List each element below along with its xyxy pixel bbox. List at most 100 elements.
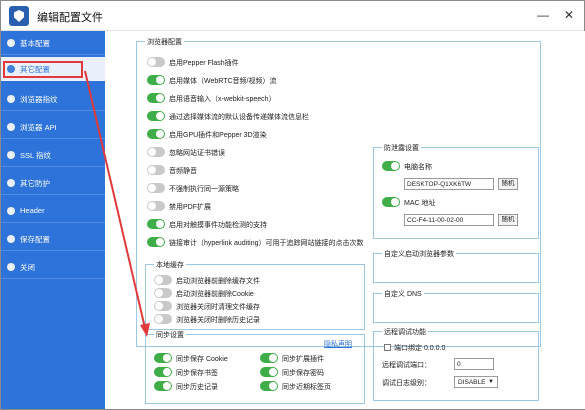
toggle-switch[interactable] [260,381,278,391]
toggle-switch[interactable] [147,201,165,211]
option-label: 浏览器关闭时删除历史记录 [176,317,260,324]
log-level-value: DISABLE [458,379,486,386]
sync-group: 同步设置 隐私声明 同步保存 Cookie 同步扩展插件 同步保存书签 同步保存… [145,330,365,404]
main-panel: 浏览器配置 启用Pepper Flash插件 启用媒体（WebRTC音频/视频）… [105,31,585,409]
sidebar-item-close[interactable]: 关闭 [1,255,105,279]
sidebar-item-fingerprint[interactable]: 浏览器指纹 [1,87,105,111]
option-label: 启用对触摸事件功能检测的支持 [169,222,267,229]
option-label: 同步扩展插件 [282,356,324,363]
minimize-button[interactable]: — [533,5,553,25]
debug-port-label: 远程调试端口： [382,362,431,369]
toggle-switch[interactable] [147,93,165,103]
config-window: 编辑配置文件 — ✕ 基本配置 其它配置 浏览器指纹 浏览器 API SSL 指… [0,0,585,410]
option-label: 启用媒体（WebRTC音频/视频）流 [169,78,277,85]
close-button[interactable]: ✕ [559,5,579,25]
option-label: 启用语音输入（x-webkit-speech） [169,96,276,103]
option-label: 忽略网站证书错误 [169,150,225,157]
custom-params-title: 自定义启动浏览器参数 [382,249,456,259]
toggle-switch[interactable] [154,288,172,298]
sidebar-item-header[interactable]: Header [1,199,105,223]
sidebar-item-ssl[interactable]: SSL 指纹 [1,143,105,167]
log-level-select[interactable]: DISABLE ▼ [454,376,498,388]
header-icon [7,207,15,215]
log-level-label: 调试日志级别： [382,380,431,387]
sidebar-item-label: 保存配置 [20,235,50,244]
custom-dns-group[interactable]: 自定义 DNS [373,289,539,323]
custom-params-group[interactable]: 自定义启动浏览器参数 [373,249,539,283]
title-bar: 编辑配置文件 — ✕ [1,1,584,31]
sidebar: 基本配置 其它配置 浏览器指纹 浏览器 API SSL 指纹 其它防护 Head… [1,31,105,409]
toggle-switch[interactable] [147,147,165,157]
sidebar-item-label: SSL 指纹 [20,151,51,160]
toggle-switch[interactable] [147,111,165,121]
sidebar-item-protection[interactable]: 其它防护 [1,171,105,195]
option-label: 同步历史记录 [176,384,218,391]
toggle-switch[interactable] [260,367,278,377]
debug-port-input[interactable]: 0 [454,358,494,370]
toggle-switch[interactable] [154,314,172,324]
sidebar-item-api[interactable]: 浏览器 API [1,115,105,139]
option-label: 浏览器关闭时清理文件缓存 [176,304,260,311]
toggle-switch[interactable] [154,367,172,377]
option-label: 启用Pepper Flash插件 [169,60,239,67]
custom-dns-title: 自定义 DNS [382,289,424,299]
toggle-switch[interactable] [154,275,172,285]
lock-icon [7,151,15,159]
toggle-switch[interactable] [154,353,172,363]
sidebar-item-save[interactable]: 保存配置 [1,227,105,251]
sidebar-item-label: 浏览器 API [20,123,57,132]
toggle-switch[interactable] [147,57,165,67]
sidebar-item-basic[interactable]: 基本配置 [1,31,105,55]
option-label: 同步保存密码 [282,370,324,377]
sync-title: 同步设置 [154,330,186,340]
local-cache-title: 本地缓存 [154,260,186,270]
toggle-switch[interactable] [154,381,172,391]
random-mac-button[interactable]: 随机 [498,214,518,226]
settings-icon [7,39,15,47]
mac-address-input[interactable]: CC-F4-11-00-02-00 [404,214,494,226]
toggle-switch[interactable] [260,353,278,363]
random-computer-name-button[interactable]: 随机 [498,178,518,190]
toggle-switch[interactable] [147,165,165,175]
window-title: 编辑配置文件 [37,12,103,24]
power-icon [7,263,15,271]
local-cache-group: 本地缓存 启动浏览器前删除缓存文件 启动浏览器前删除Cookie 浏览器关闭时清… [145,260,365,330]
chevron-down-icon: ▼ [488,379,494,385]
option-label: 不强制执行同一源策略 [169,186,239,193]
annotation-highlight-box [3,61,83,78]
shield-icon [7,179,15,187]
save-icon [7,235,15,243]
sidebar-item-label: Header [20,206,45,215]
app-logo-icon [9,6,29,26]
port-bind-checkbox[interactable] [384,344,391,351]
option-label: 音频静音 [169,168,197,175]
option-label: 启用GPU插件和Pepper 3D渲染 [169,132,267,139]
option-label: 启动浏览器前删除Cookie [176,291,254,298]
toggle-switch[interactable] [382,197,400,207]
remote-debug-title: 远程调试功能 [382,327,428,337]
port-bind-label: 端口绑定 0.0.0.0 [394,345,446,352]
toggle-switch[interactable] [154,301,172,311]
sidebar-item-label: 基本配置 [20,39,50,48]
option-label: 启动浏览器前删除缓存文件 [176,278,260,285]
toggle-switch[interactable] [147,75,165,85]
option-label: 同步保存 Cookie [176,356,228,363]
toggle-switch[interactable] [147,237,165,247]
remote-debug-group: 远程调试功能 端口绑定 0.0.0.0 远程调试端口： 0 调试日志级别： DI… [373,327,539,401]
option-label: 链接审计（hyperlink auditing）可用于追踪网站链接的点击次数 [169,240,364,247]
sidebar-item-label: 其它防护 [20,179,50,188]
anti-leak-title: 防泄露设置 [382,143,421,153]
option-label: 通过选择媒体流的默认设备传递媒体流信息栏 [169,114,309,121]
computer-name-input[interactable]: DESKTOP-Q1XK6TW [404,178,494,190]
privacy-statement-link[interactable]: 隐私声明 [324,339,352,349]
option-label: 电脑名称 [404,164,432,171]
sidebar-item-label: 关闭 [20,263,35,272]
option-label: 禁用PDF扩展 [169,204,211,211]
option-label: 同步保存书签 [176,370,218,377]
api-icon [7,123,15,131]
browser-config-title: 浏览器配置 [145,37,184,47]
toggle-switch[interactable] [147,219,165,229]
toggle-switch[interactable] [382,161,400,171]
toggle-switch[interactable] [147,183,165,193]
toggle-switch[interactable] [147,129,165,139]
